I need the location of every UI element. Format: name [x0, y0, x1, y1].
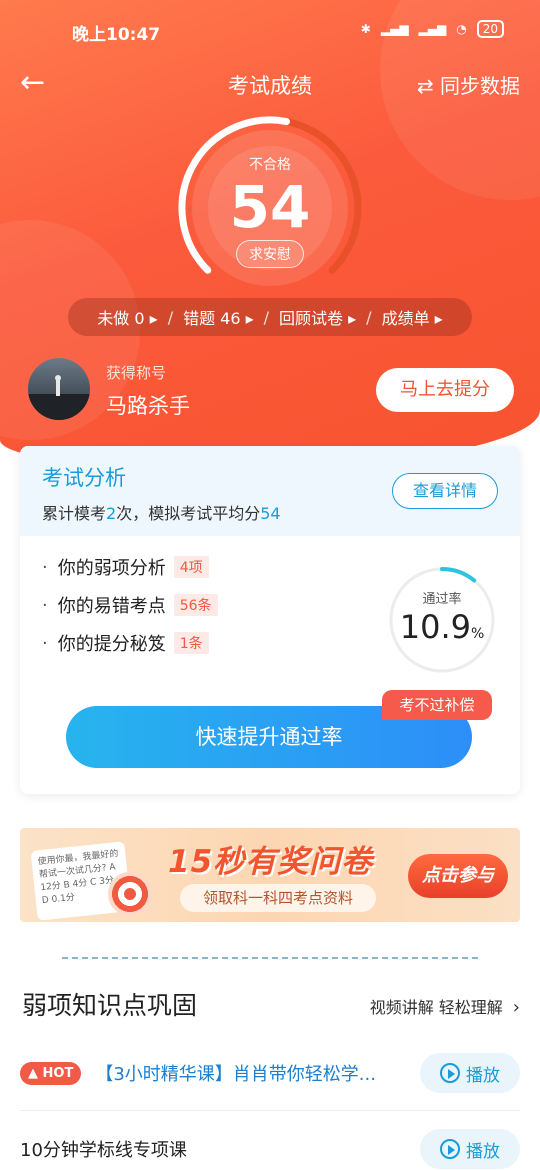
chevron-right-icon: ›	[512, 997, 520, 1018]
item-count-badge: 1条	[173, 632, 209, 654]
result-status: 不合格	[249, 157, 291, 173]
top-nav: ← 考试成绩 ⇄ 同步数据	[0, 62, 540, 106]
summary-count: 2	[106, 504, 117, 523]
list-item[interactable]: · 你的弱项分析 4项	[42, 548, 218, 586]
title-label: 获得称号	[106, 364, 167, 382]
improve-score-button[interactable]: 马上去提分	[376, 368, 514, 412]
profile-row: 获得称号 马路杀手 马上去提分	[28, 358, 514, 424]
battery-icon: 20	[476, 20, 504, 38]
analysis-summary: 累计模考2次，模拟考试平均分54	[42, 500, 281, 524]
compensation-badge: 考不过补偿	[382, 690, 492, 720]
summary-prefix: 累计模考	[42, 504, 107, 523]
play-button[interactable]: 播放	[420, 1129, 520, 1169]
status-icons: ✱ ▂▄▆ ▂▄▆ ◔ 20	[361, 20, 504, 38]
quick-links-bar: 未做 0 ▸ / 错题 46 ▸ / 回顾试卷 ▸ / 成绩单 ▸	[68, 298, 472, 336]
pass-rate-block: 通过率 10.9%	[386, 564, 498, 654]
join-survey-button[interactable]: 点击参与	[408, 854, 508, 898]
analysis-title: 考试分析	[42, 466, 126, 490]
pass-rate-number: 10.9	[399, 608, 471, 646]
quick-link-unanswered[interactable]: 未做 0 ▸	[97, 305, 157, 329]
exam-analysis-card: 考试分析 累计模考2次，模拟考试平均分54 查看详情 · 你的弱项分析 4项 ·…	[20, 446, 520, 794]
bullet: ·	[42, 556, 48, 578]
avatar-image	[28, 375, 90, 420]
survey-banner[interactable]: 使用你最，我最好的 帮试一次试几分? A 12分 B 4分 C 3分 D 0.1…	[20, 828, 520, 922]
score-block: 不合格 54 求安慰	[170, 108, 370, 268]
course-title: 10分钟学标线专项课	[20, 1140, 187, 1161]
course-title: 【3小时精华课】肖肖带你轻松学...	[95, 1064, 376, 1085]
play-icon	[440, 1063, 460, 1083]
item-label: 你的易错考点	[57, 596, 166, 617]
quick-link-report[interactable]: 成绩单 ▸	[382, 305, 443, 329]
video-link-label: 视频讲解 轻松理解	[369, 998, 503, 1017]
list-item[interactable]: · 你的易错考点 56条	[42, 586, 218, 624]
target-icon	[108, 872, 152, 916]
bullet: ·	[42, 594, 48, 616]
quick-link-wrong[interactable]: 错题 46 ▸	[183, 305, 254, 329]
list-item[interactable]: 10分钟学标线专项课 播放	[20, 1120, 520, 1170]
wifi-icon: ◔	[456, 22, 467, 36]
pass-rate-label: 通过率	[422, 592, 462, 607]
dashed-divider	[62, 957, 478, 959]
separator: /	[167, 307, 174, 327]
play-label: 播放	[466, 1141, 500, 1162]
sync-data-button[interactable]: ⇄ 同步数据	[417, 70, 520, 99]
summary-average: 54	[260, 504, 281, 523]
video-explain-link[interactable]: 视频讲解 轻松理解 ›	[370, 994, 520, 1018]
play-icon	[440, 1139, 460, 1159]
item-count-badge: 56条	[173, 594, 218, 616]
signal-icon: ▂▄▆	[418, 22, 447, 36]
hot-badge-label: HOT	[42, 1065, 74, 1081]
weak-points-title: 弱项知识点巩固	[22, 991, 198, 1020]
quick-link-review[interactable]: 回顾试卷 ▸	[279, 305, 356, 329]
item-count-badge: 4项	[173, 556, 209, 578]
list-item[interactable]: ▲ HOT 【3小时精华课】肖肖带你轻松学... 播放	[20, 1044, 520, 1102]
list-item[interactable]: · 你的提分秘笈 1条	[42, 624, 218, 662]
analysis-header: 考试分析 累计模考2次，模拟考试平均分54 查看详情	[20, 446, 520, 536]
title-name: 马路杀手	[106, 394, 190, 418]
signal-icon: ▂▄▆	[380, 22, 409, 36]
pass-rate-value: 10.9%	[386, 607, 498, 654]
banner-subtitle: 领取科一科四考点资料	[180, 884, 376, 912]
separator: /	[263, 307, 270, 327]
view-details-button[interactable]: 查看详情	[392, 473, 498, 509]
score-value: 54	[229, 173, 311, 241]
pass-rate-unit: %	[470, 626, 485, 642]
hot-badge: ▲ HOT	[20, 1061, 82, 1085]
status-bar: 晚上10:47 ✱ ▂▄▆ ▂▄▆ ◔ 20	[0, 0, 540, 62]
separator: /	[366, 307, 372, 327]
item-label: 你的弱项分析	[57, 558, 166, 579]
play-label: 播放	[466, 1065, 500, 1086]
banner-title: 15秒有奖问卷	[168, 844, 374, 880]
bluetooth-icon: ✱	[360, 22, 371, 36]
summary-middle: 次，模拟考试平均分	[116, 504, 261, 523]
analysis-items: · 你的弱项分析 4项 · 你的易错考点 56条 · 你的提分秘笈 1条	[42, 548, 218, 662]
play-button[interactable]: 播放	[420, 1053, 520, 1093]
comfort-button[interactable]: 求安慰	[236, 240, 304, 268]
avatar[interactable]	[28, 358, 90, 420]
status-time: 晚上10:47	[72, 25, 161, 45]
bullet: ·	[42, 632, 48, 654]
item-label: 你的提分秘笈	[57, 634, 166, 655]
row-divider	[20, 1110, 520, 1111]
